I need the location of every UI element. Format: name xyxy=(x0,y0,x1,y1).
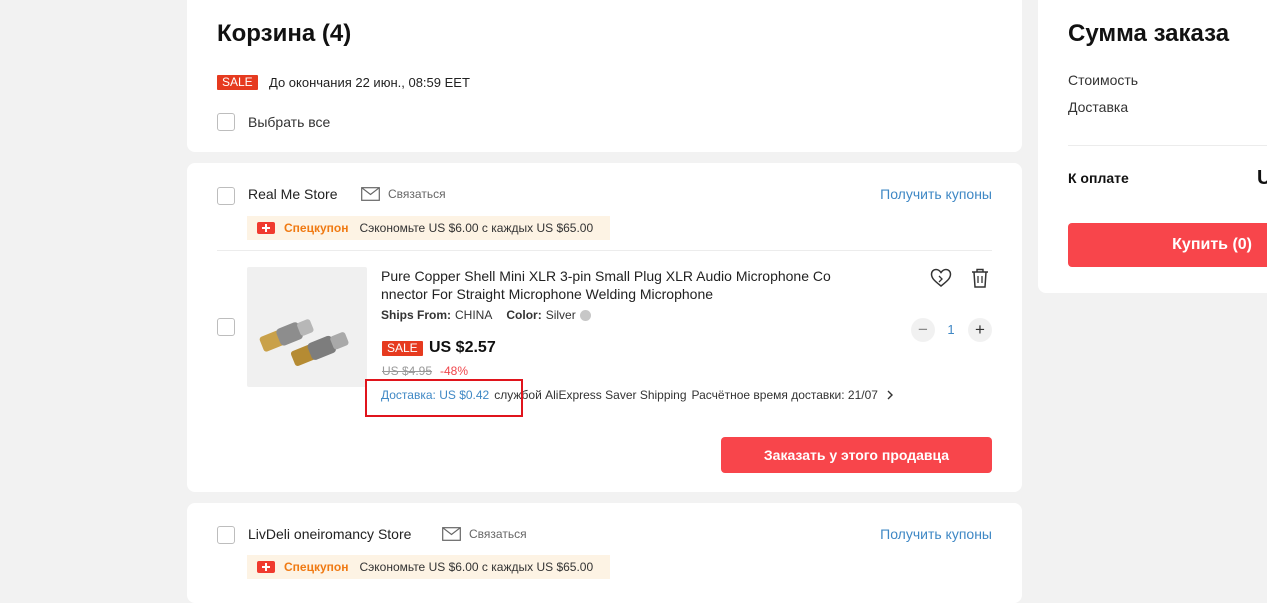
coupon-label: Спецкупон xyxy=(284,560,349,574)
heart-icon xyxy=(930,268,952,287)
store-checkbox[interactable] xyxy=(217,526,235,544)
product-title-line1: Pure Copper Shell Mini XLR 3-pin Small P… xyxy=(381,268,831,284)
coupon-strip: Спецкупон Сэкономьте US $6.00 с каждых U… xyxy=(247,216,610,240)
store-name[interactable]: Real Me Store xyxy=(248,186,337,202)
total-value: U xyxy=(1257,167,1267,189)
ships-from-value: CHINA xyxy=(455,308,493,322)
chevron-right-icon[interactable] xyxy=(886,390,894,400)
get-coupons-link[interactable]: Получить купоны xyxy=(880,186,992,202)
color-swatch xyxy=(579,309,591,321)
get-coupons-link[interactable]: Получить купоны xyxy=(880,526,992,542)
store-card: Real Me Store Связаться Получить купоны … xyxy=(187,163,1022,492)
summary-divider xyxy=(1068,145,1267,146)
coupon-text: Сэкономьте US $6.00 с каждых US $65.00 xyxy=(359,560,594,574)
product-attributes: Ships From: CHINA Color: Silver xyxy=(381,308,591,322)
quantity-increase-button[interactable]: + xyxy=(968,318,992,342)
product-old-price: US $4.95 xyxy=(382,364,433,378)
select-all-label[interactable]: Выбрать все xyxy=(248,114,330,130)
delete-button[interactable] xyxy=(971,268,989,293)
sale-badge: SALE xyxy=(217,75,258,90)
select-all-checkbox[interactable] xyxy=(217,113,235,131)
store-card: LivDeli oneiromancy Store Связаться Полу… xyxy=(187,503,1022,603)
store-checkbox[interactable] xyxy=(217,187,235,205)
store-name[interactable]: LivDeli oneiromancy Store xyxy=(248,526,411,542)
contact-store-button[interactable]: Связаться xyxy=(442,527,527,541)
cost-label: Стоимость xyxy=(1068,72,1139,88)
cart-header-card: Корзина (4) SALE До окончания 22 июн., 0… xyxy=(187,0,1022,152)
color-value: Silver xyxy=(545,308,576,322)
xlr-connector-image xyxy=(259,319,349,367)
contact-label: Связаться xyxy=(388,187,446,201)
ships-from-label: Ships From: xyxy=(381,308,452,322)
page-title: Корзина (4) xyxy=(217,20,352,47)
coupon-strip: Спецкупон Сэкономьте US $6.00 с каждых U… xyxy=(247,555,610,579)
coupon-label: Спецкупон xyxy=(284,221,349,235)
delivery-estimate[interactable]: Расчётное время доставки: 21/07 xyxy=(692,388,878,402)
coupon-icon xyxy=(257,561,275,573)
envelope-icon xyxy=(361,187,380,201)
product-price: US $2.57 xyxy=(429,339,496,356)
shipping-label: Доставка xyxy=(1068,99,1129,115)
sale-deadline: До окончания 22 июн., 08:59 EET xyxy=(269,75,470,90)
buy-button[interactable]: Купить (0) xyxy=(1068,223,1267,267)
coupon-text: Сэкономьте US $6.00 с каждых US $65.00 xyxy=(359,221,594,235)
contact-store-button[interactable]: Связаться xyxy=(361,187,446,201)
shipping-highlight-box xyxy=(365,379,523,417)
color-label: Color: xyxy=(506,308,542,322)
product-discount: -48% xyxy=(440,364,469,378)
store-divider xyxy=(217,250,992,251)
contact-label: Связаться xyxy=(469,527,527,541)
total-label: К оплате xyxy=(1068,170,1129,186)
product-title[interactable]: Pure Copper Shell Mini XLR 3-pin Small P… xyxy=(381,267,851,303)
shipping-service: службой AliExpress Saver Shipping xyxy=(494,388,687,402)
summary-title: Сумма заказа xyxy=(1068,20,1230,47)
product-image[interactable] xyxy=(247,267,367,387)
order-from-seller-button[interactable]: Заказать у этого продавца xyxy=(721,437,992,473)
wishlist-button[interactable] xyxy=(930,268,952,293)
product-sale-badge: SALE xyxy=(382,341,423,356)
quantity-decrease-button[interactable]: − xyxy=(911,318,935,342)
product-checkbox[interactable] xyxy=(217,318,235,336)
trash-icon xyxy=(972,268,988,288)
envelope-icon xyxy=(442,527,461,541)
order-summary-card: Сумма заказа Стоимость Доставка К оплате… xyxy=(1038,0,1267,293)
coupon-icon xyxy=(257,222,275,234)
quantity-value[interactable]: 1 xyxy=(945,322,957,337)
product-title-line2: nnector For Straight Microphone Welding … xyxy=(381,286,714,302)
